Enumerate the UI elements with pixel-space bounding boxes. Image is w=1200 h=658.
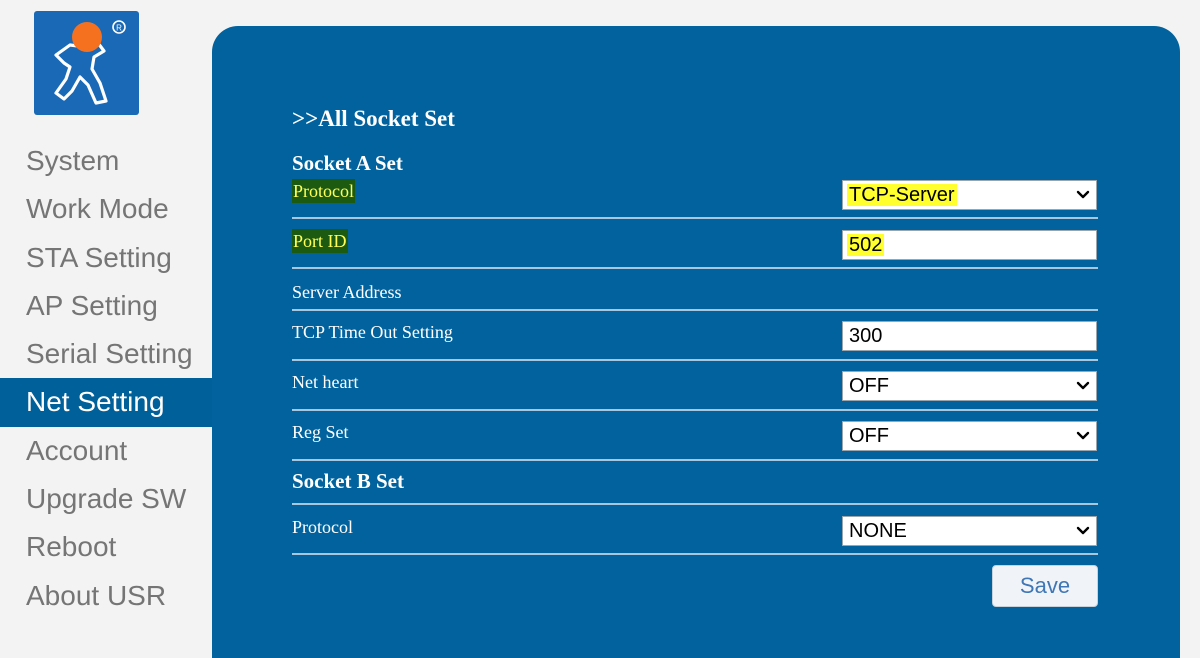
socket-a-tcp-timeout-input[interactable]: 300	[842, 321, 1097, 351]
socket-a-reg-set-value: OFF	[849, 425, 889, 447]
sidebar-item-ap-setting[interactable]: AP Setting	[0, 282, 212, 330]
sidebar-item-sta-setting[interactable]: STA Setting	[0, 234, 212, 282]
socket-b-protocol-value: NONE	[849, 520, 907, 542]
usr-person-logo-icon: R	[54, 20, 126, 105]
divider	[292, 503, 1098, 505]
page-title: >>All Socket Set	[292, 106, 455, 131]
sidebar-item-reboot[interactable]: Reboot	[0, 523, 212, 571]
main-panel: >>All Socket Set Socket A Set Protocol T…	[212, 26, 1180, 658]
sidebar-item-upgrade-sw[interactable]: Upgrade SW	[0, 475, 212, 523]
socket-a-port-id-label: Port ID	[292, 229, 348, 253]
socket-a-reg-set-label: Reg Set	[292, 422, 349, 442]
sidebar-item-net-setting[interactable]: Net Setting	[0, 378, 212, 427]
socket-a-tcp-timeout-value: 300	[849, 325, 883, 347]
socket-b-protocol-label: Protocol	[292, 517, 353, 537]
socket-a-tcp-timeout-label: TCP Time Out Setting	[292, 322, 453, 342]
chevron-down-icon	[1076, 381, 1090, 390]
usr-logo: R	[34, 11, 139, 115]
sidebar-item-about-usr[interactable]: About USR	[0, 572, 212, 620]
socket-b-protocol-select[interactable]: NONE	[842, 516, 1097, 546]
divider	[292, 217, 1098, 219]
socket-a-protocol-label: Protocol	[292, 179, 355, 203]
svg-text:R: R	[116, 24, 122, 33]
socket-a-reg-set-select[interactable]: OFF	[842, 421, 1097, 451]
socket-a-net-heart-value: OFF	[849, 375, 889, 397]
divider	[292, 553, 1098, 555]
sidebar-item-account[interactable]: Account	[0, 427, 212, 475]
divider	[292, 409, 1098, 411]
socket-a-server-address-label: Server Address	[292, 282, 402, 302]
socket-b-title: Socket B Set	[292, 469, 404, 493]
divider	[292, 267, 1098, 269]
socket-a-net-heart-label: Net heart	[292, 372, 359, 392]
chevron-down-icon	[1076, 431, 1090, 440]
socket-a-net-heart-select[interactable]: OFF	[842, 371, 1097, 401]
sidebar-nav: System Work Mode STA Setting AP Setting …	[0, 137, 212, 620]
socket-a-port-id-input[interactable]: 502	[842, 230, 1097, 260]
divider	[292, 309, 1098, 311]
chevron-down-icon	[1076, 190, 1090, 199]
socket-a-protocol-select[interactable]: TCP-Server	[842, 180, 1097, 210]
socket-a-protocol-value: TCP-Server	[847, 184, 957, 206]
sidebar-item-serial-setting[interactable]: Serial Setting	[0, 330, 212, 378]
save-button[interactable]: Save	[992, 565, 1098, 607]
socket-a-title: Socket A Set	[292, 151, 403, 175]
chevron-down-icon	[1076, 526, 1090, 535]
socket-a-port-id-value: 502	[847, 234, 885, 256]
sidebar-item-work-mode[interactable]: Work Mode	[0, 185, 212, 233]
divider	[292, 459, 1098, 461]
sidebar-item-system[interactable]: System	[0, 137, 212, 185]
divider	[292, 359, 1098, 361]
